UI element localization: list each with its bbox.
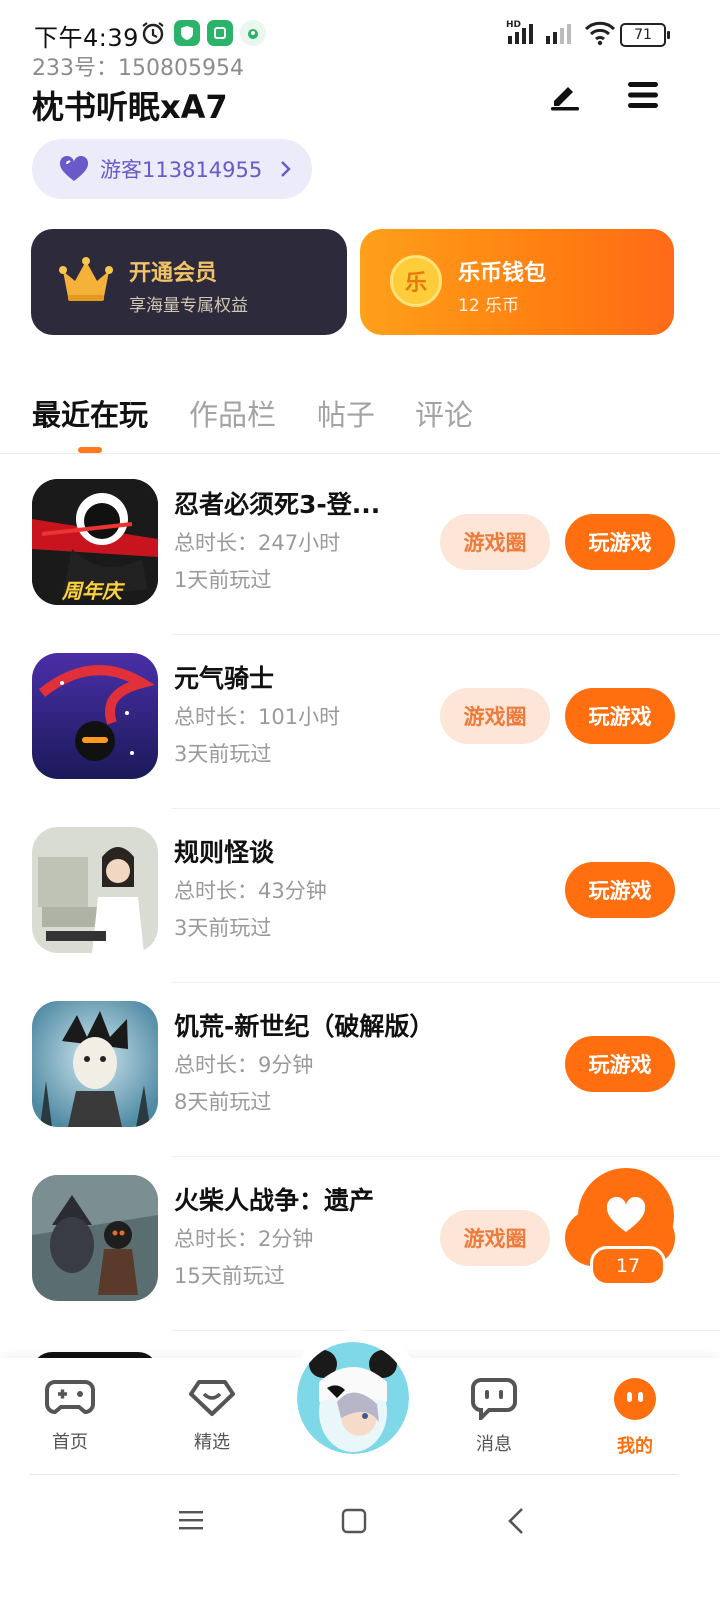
game-title: 规则怪谈 (174, 838, 275, 867)
nav-featured-label: 精选 (194, 1432, 230, 1453)
heart-icon (58, 156, 90, 182)
game-circle-button[interactable]: 游戏圈 (440, 688, 550, 744)
game-duration: 总时长：101小时 (174, 705, 341, 729)
wifi-icon (584, 20, 616, 50)
guest-label: 游客113814955 (100, 158, 263, 182)
app-notification-icon (207, 20, 233, 46)
vip-membership-card[interactable]: 开通会员 享海量专属权益 (31, 229, 347, 335)
nav-home[interactable]: 首页 (20, 1376, 120, 1454)
signal-strength-2-icon (544, 22, 578, 48)
tab-works[interactable]: 作品栏 (189, 392, 276, 434)
nav-messages[interactable]: 消息 (444, 1376, 544, 1456)
profile-face-icon (612, 1376, 658, 1426)
game-icon-rule-horror (32, 827, 158, 953)
system-home-button[interactable] (341, 1508, 367, 1538)
game-duration: 总时长：9分钟 (174, 1053, 314, 1077)
nav-mine-label: 我的 (617, 1436, 653, 1457)
hamburger-icon (626, 80, 660, 114)
status-time: 下午4:39 (34, 24, 139, 52)
crown-icon (59, 257, 113, 307)
game-icon-dont-starve (32, 1001, 158, 1127)
gamepad-icon (45, 1376, 95, 1422)
tab-comments[interactable]: 评论 (415, 392, 473, 434)
user-id-label: 233号：150805954 (32, 56, 244, 81)
play-game-button[interactable]: 玩游戏 (565, 1036, 675, 1092)
game-title: 元气骑士 (174, 664, 275, 693)
signal-strength-icon (506, 22, 540, 48)
game-last-played: 15天前玩过 (174, 1264, 285, 1288)
row-divider (172, 1330, 720, 1331)
game-row[interactable]: 规则怪谈 总时长：43分钟 3天前玩过 玩游戏 (0, 809, 720, 983)
game-row[interactable]: 饥荒-新世纪（破解版） 总时长：9分钟 8天前玩过 玩游戏 (0, 983, 720, 1157)
menu-button[interactable] (615, 69, 671, 125)
game-last-played: 3天前玩过 (174, 742, 272, 766)
nav-messages-label: 消息 (476, 1434, 512, 1455)
game-title: 饥荒-新世纪（破解版） (174, 1012, 435, 1041)
vip-title: 开通会员 (129, 261, 218, 286)
game-icon-stick-war (32, 1175, 158, 1301)
wallet-card[interactable]: 乐 乐币钱包 12 乐币 (360, 229, 674, 335)
game-circle-button[interactable]: 游戏圈 (440, 1210, 550, 1266)
heart-icon (605, 1196, 647, 1238)
game-last-played: 1天前玩过 (174, 568, 272, 592)
center-avatar-button[interactable] (297, 1342, 409, 1454)
game-row[interactable]: 元气骑士 总时长：101小时 3天前玩过 游戏圈 玩游戏 (0, 635, 720, 809)
tab-posts[interactable]: 帖子 (317, 392, 375, 434)
battery-icon: 71 (620, 23, 670, 47)
play-game-button[interactable]: 玩游戏 (565, 514, 675, 570)
pen-icon (548, 79, 582, 115)
coin-icon: 乐 (390, 255, 442, 307)
coin-glyph: 乐 (404, 271, 427, 296)
system-menu-button[interactable] (178, 1508, 204, 1536)
like-count-badge: 17 (590, 1246, 666, 1286)
chevron-right-icon (280, 160, 292, 178)
system-nav-bar (0, 1476, 720, 1600)
system-back-button[interactable] (506, 1506, 526, 1540)
nav-featured[interactable]: 精选 (162, 1376, 262, 1454)
game-title: 火柴人战争：遗产 (174, 1186, 375, 1215)
game-title: 忍者必须死3-登... (174, 490, 381, 519)
alarm-icon (140, 20, 166, 50)
shield-app-icon (174, 20, 200, 46)
chat-bubble-icon (469, 1376, 519, 1424)
game-duration: 总时长：43分钟 (174, 879, 327, 903)
wallet-balance: 12 乐币 (458, 296, 520, 316)
play-game-button[interactable]: 玩游戏 (565, 862, 675, 918)
game-last-played: 3天前玩过 (174, 916, 272, 940)
wallet-title: 乐币钱包 (458, 261, 547, 286)
game-last-played: 8天前玩过 (174, 1090, 272, 1114)
play-game-button[interactable]: 玩游戏 (565, 688, 675, 744)
anniversary-caption: 周年庆 (62, 579, 122, 603)
vip-subtitle: 享海量专属权益 (129, 296, 248, 316)
tabs-divider (0, 453, 720, 454)
nav-mine[interactable]: 我的 (585, 1376, 685, 1458)
game-icon-soul-knight (32, 653, 158, 779)
nav-home-label: 首页 (52, 1432, 88, 1453)
tab-recently-played[interactable]: 最近在玩 (32, 392, 148, 434)
mascot-app-icon (240, 20, 266, 46)
heart-diamond-icon (187, 1376, 237, 1422)
game-duration: 总时长：247小时 (174, 531, 341, 555)
game-icon-ninja: 周年庆 (32, 479, 158, 605)
game-circle-button[interactable]: 游戏圈 (440, 514, 550, 570)
username: 枕书听眠xA7 (32, 88, 228, 126)
game-duration: 总时长：2分钟 (174, 1227, 314, 1251)
nav-divider (30, 1474, 678, 1475)
edit-button[interactable] (537, 69, 593, 125)
guest-profile-pill[interactable]: 游客113814955 (32, 139, 312, 199)
game-row[interactable]: 周年庆 忍者必须死3-登... 总时长：247小时 1天前玩过 游戏圈 玩游戏 (0, 461, 720, 635)
